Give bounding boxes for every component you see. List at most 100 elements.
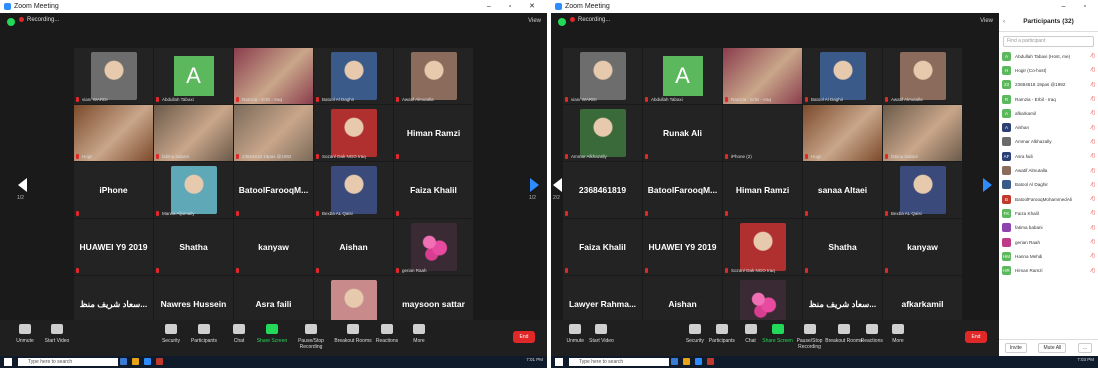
participant-row[interactable]: AF Asra faili ⁄▯ bbox=[999, 149, 1098, 163]
participant-label: fatima babani bbox=[162, 154, 190, 159]
participant-avatar: HM bbox=[1002, 251, 1011, 261]
start-video-button[interactable]: Start Video bbox=[36, 324, 78, 344]
file-explorer-icon[interactable] bbox=[132, 358, 139, 365]
participant-tile[interactable]: Himan Ramzi bbox=[723, 162, 802, 218]
participant-row[interactable]: B BatoolFarooqMohammedAli ⁄▯ bbox=[999, 192, 1098, 206]
next-page-arrow-icon[interactable] bbox=[530, 178, 539, 192]
participant-row[interactable]: Aafkarkamil ⁄▯ bbox=[999, 106, 1098, 120]
participant-tile[interactable]: kanyaw bbox=[234, 219, 313, 275]
participant-row[interactable]: R Ramzia - Erbil - Iraq ⁄▯ bbox=[999, 92, 1098, 106]
participant-tile[interactable]: Bexba AL Qaisi bbox=[883, 162, 962, 218]
recording-indicator[interactable]: Recording... bbox=[19, 17, 59, 23]
participant-tile[interactable]: Himan Ramzi bbox=[394, 105, 473, 161]
participant-tile[interactable]: HUAWEI Y9 2019 bbox=[643, 219, 722, 275]
view-button[interactable]: View bbox=[980, 18, 993, 24]
participant-tile[interactable]: A Abdullah Tabaxi bbox=[154, 48, 233, 104]
end-meeting-button[interactable]: End bbox=[513, 331, 535, 343]
participant-tile[interactable]: Runak Ali bbox=[643, 105, 722, 161]
participant-tile[interactable]: vian/ WARDI bbox=[74, 48, 153, 104]
participant-photo bbox=[330, 52, 377, 100]
participant-row[interactable]: A Abdullah Tabaxi (Host, me) ⁄▯ bbox=[999, 49, 1098, 63]
participant-row[interactable]: 23 23684618 19pas @1992 ⁄▯ bbox=[999, 78, 1098, 92]
participant-tile[interactable]: BatoolFarooqM... bbox=[643, 162, 722, 218]
participant-search-input[interactable]: Find a participant bbox=[1003, 36, 1094, 47]
participant-tile[interactable]: 2368461819 bbox=[563, 162, 642, 218]
file-explorer-icon[interactable] bbox=[683, 358, 690, 365]
participant-tile[interactable]: Sozan/ Dak NGO Iraq bbox=[314, 105, 393, 161]
toolbar-label: Pause/Stop Recording bbox=[298, 338, 324, 350]
more-options-button[interactable]: ... bbox=[1077, 343, 1093, 353]
participant-tile[interactable]: Bexba AL Qaisi bbox=[314, 162, 393, 218]
next-page-arrow-icon[interactable] bbox=[983, 178, 992, 192]
participant-tile[interactable]: Marwa Aljumaily bbox=[154, 162, 233, 218]
participant-tile[interactable]: Batool Al Daghir bbox=[314, 48, 393, 104]
participant-row[interactable]: FK Faiza Khalil ⁄▯ bbox=[999, 206, 1098, 220]
security-shield-icon[interactable] bbox=[558, 18, 566, 26]
participant-tile[interactable]: Hogir bbox=[803, 105, 882, 161]
view-button[interactable]: View bbox=[528, 18, 541, 24]
participant-name: maysoon sattar bbox=[402, 299, 465, 309]
participant-row[interactable]: Batool Al Daghir ⁄▯ bbox=[999, 178, 1098, 192]
participant-photo bbox=[819, 52, 866, 100]
end-meeting-button[interactable]: End bbox=[965, 331, 987, 343]
mute-all-button[interactable]: Mute All bbox=[1038, 343, 1067, 353]
participant-tile[interactable]: Ramzia - Erbil - Iraq bbox=[723, 48, 802, 104]
participant-tile[interactable]: Ramzia - Erbil - Iraq bbox=[234, 48, 313, 104]
participant-tile[interactable]: fatima babani bbox=[154, 105, 233, 161]
more-button[interactable]: More bbox=[398, 324, 440, 344]
participant-name: sanaa Altaei bbox=[817, 185, 868, 195]
participant-row[interactable]: Awatif Almutalla ⁄▯ bbox=[999, 163, 1098, 177]
participant-row[interactable]: A Aishan ⁄▯ bbox=[999, 120, 1098, 134]
taskbar-search-input[interactable]: Type here to search bbox=[569, 358, 669, 366]
participant-tile[interactable]: fatima babani bbox=[883, 105, 962, 161]
start-video-button[interactable]: Start Video bbox=[580, 324, 622, 344]
participant-tile[interactable]: Shatha bbox=[803, 219, 882, 275]
participant-tile[interactable]: Awatif Almutalla bbox=[883, 48, 962, 104]
collapse-chevron-icon[interactable]: ‹ bbox=[1003, 13, 1005, 31]
participant-tile[interactable]: Faiza Khalil bbox=[394, 162, 473, 218]
browser-icon[interactable] bbox=[156, 358, 163, 365]
participant-row[interactable]: fatima babani ⁄▯ bbox=[999, 221, 1098, 235]
participant-tile[interactable]: 23684618 19pas @1992 bbox=[234, 105, 313, 161]
participant-tile[interactable]: Shatha bbox=[154, 219, 233, 275]
windows-start-icon[interactable] bbox=[555, 358, 563, 366]
participant-tile[interactable]: kanyaw bbox=[883, 219, 962, 275]
prev-page-arrow-icon[interactable] bbox=[553, 178, 562, 192]
participant-row[interactable]: HR Himan Ramzi ⁄▯ bbox=[999, 263, 1098, 277]
prev-page-arrow-icon[interactable] bbox=[18, 178, 27, 192]
pause-stop-recording-button[interactable]: Pause/Stop Recording bbox=[290, 324, 332, 350]
more-button[interactable]: More bbox=[877, 324, 919, 344]
zoom-app-icon[interactable] bbox=[144, 358, 151, 365]
participant-tile[interactable]: Batool Al Daghir bbox=[803, 48, 882, 104]
window-controls[interactable]: – ▫ bbox=[1062, 0, 1094, 13]
participant-tile[interactable]: Aishan bbox=[314, 219, 393, 275]
participant-tile[interactable]: Faiza Khalil bbox=[563, 219, 642, 275]
participant-row[interactable]: gerian Raah ⁄▯ bbox=[999, 235, 1098, 249]
participant-tile[interactable]: Hogir bbox=[74, 105, 153, 161]
participant-row[interactable]: HM Hanna Mehdi ⁄▯ bbox=[999, 249, 1098, 263]
participant-row[interactable]: Ammar Alkhazally ⁄▯ bbox=[999, 135, 1098, 149]
participant-tile[interactable]: Sozan/ Dak NGO Iraq bbox=[723, 219, 802, 275]
browser-icon[interactable] bbox=[707, 358, 714, 365]
zoom-app-icon[interactable] bbox=[695, 358, 702, 365]
window-controls[interactable]: – ▫ ✕ bbox=[487, 0, 543, 13]
participant-row[interactable]: H Hogir (Co-host) ⁄▯ bbox=[999, 63, 1098, 77]
recording-indicator[interactable]: Recording... bbox=[570, 17, 610, 23]
participant-tile[interactable]: sanaa Altaei bbox=[803, 162, 882, 218]
participant-tile[interactable]: Ammar Alkhazally bbox=[563, 105, 642, 161]
participant-tile[interactable]: vian/ WARDI bbox=[563, 48, 642, 104]
invite-button[interactable]: Invite bbox=[1004, 343, 1027, 353]
share-screen-button[interactable]: Share Screen bbox=[251, 324, 293, 344]
participant-tile[interactable]: Awatif Almutalla bbox=[394, 48, 473, 104]
participant-tile[interactable]: gerian Raah bbox=[394, 219, 473, 275]
participant-tile[interactable]: iPhone (2) bbox=[723, 105, 802, 161]
participant-tile[interactable]: HUAWEI Y9 2019 bbox=[74, 219, 153, 275]
task-view-icon[interactable] bbox=[671, 358, 678, 365]
security-shield-icon[interactable] bbox=[7, 18, 15, 26]
windows-start-icon[interactable] bbox=[4, 358, 12, 366]
participant-tile[interactable]: A Abdullah Tabaxi bbox=[643, 48, 722, 104]
taskbar-search-input[interactable]: Type here to search bbox=[18, 358, 118, 366]
participant-tile[interactable]: BatoolFarooqM... bbox=[234, 162, 313, 218]
task-view-icon[interactable] bbox=[120, 358, 127, 365]
participant-tile[interactable]: iPhone bbox=[74, 162, 153, 218]
